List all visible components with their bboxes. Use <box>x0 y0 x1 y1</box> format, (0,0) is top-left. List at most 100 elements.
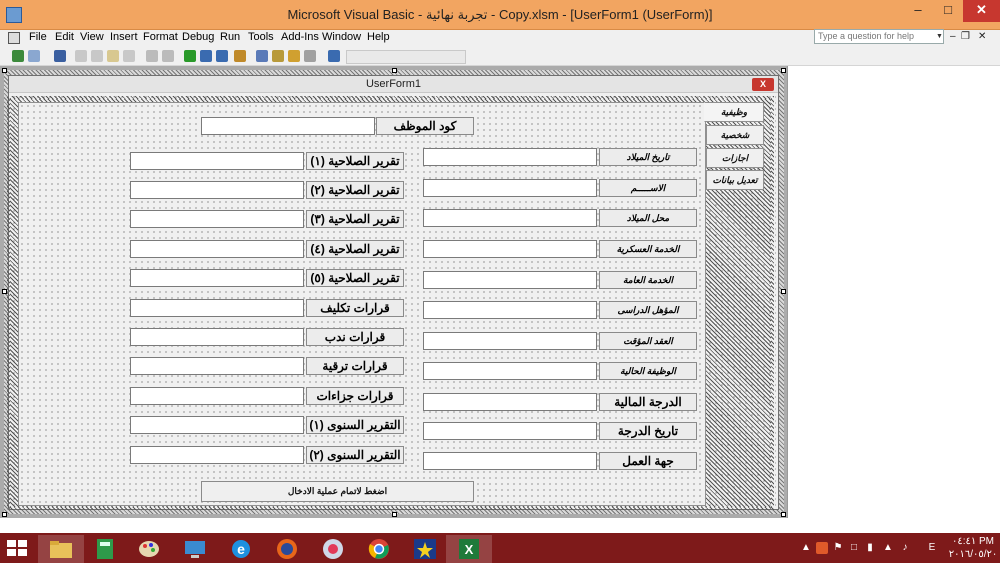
menu-run[interactable]: Run <box>220 31 240 43</box>
help-search-input[interactable]: Type a question for help <box>814 29 944 44</box>
mdi-restore-button[interactable]: ❐ <box>961 31 970 42</box>
resize-handle[interactable] <box>781 68 786 73</box>
employee-code-label: كود الموظف <box>376 117 474 135</box>
system-clock[interactable]: ٠٤:٤١ PM ٢٠١٦/٠٥/٢٠ <box>948 535 998 561</box>
military-service-input[interactable] <box>423 240 597 258</box>
windows-start-icon[interactable] <box>6 539 28 557</box>
design-mode-icon[interactable] <box>234 50 246 62</box>
redo-icon[interactable] <box>162 50 174 62</box>
penalty-decisions-input[interactable] <box>130 387 304 405</box>
undo-icon[interactable] <box>146 50 158 62</box>
menu-help[interactable]: Help <box>367 31 390 43</box>
taskbar-remote-desktop[interactable] <box>172 535 218 563</box>
menu-view[interactable]: View <box>80 31 104 43</box>
taskbar-chrome[interactable] <box>356 535 402 563</box>
taskbar-browser[interactable] <box>310 535 356 563</box>
paste-icon[interactable] <box>107 50 119 62</box>
menu-file[interactable]: File <box>29 31 47 43</box>
view-excel-icon[interactable] <box>12 50 24 62</box>
workplace-input[interactable] <box>423 452 597 470</box>
fitness-report-4-input[interactable] <box>130 240 304 258</box>
insert-userform-icon[interactable] <box>28 50 40 62</box>
help-dropdown-icon[interactable]: ▼ <box>936 30 944 43</box>
resize-handle[interactable] <box>781 289 786 294</box>
taskbar-firefox[interactable] <box>264 535 310 563</box>
menu-add-ins[interactable]: Add-Ins <box>281 31 319 43</box>
tray-battery-icon[interactable]: ▮ <box>864 542 876 554</box>
qualification-input[interactable] <box>423 301 597 319</box>
copy-icon[interactable] <box>91 50 103 62</box>
minimize-button[interactable]: – <box>903 0 933 22</box>
maximize-button[interactable]: □ <box>933 0 963 22</box>
tray-volume-icon[interactable]: ♪ <box>899 542 911 554</box>
taskbar-calculator[interactable] <box>82 535 128 563</box>
tab-functional[interactable]: وظيفية <box>704 102 764 122</box>
tray-office-icon[interactable] <box>816 542 828 554</box>
resize-handle[interactable] <box>781 512 786 517</box>
fitness-report-1-input[interactable] <box>130 152 304 170</box>
find-icon[interactable] <box>123 50 135 62</box>
menu-insert[interactable]: Insert <box>110 31 138 43</box>
mdi-close-button[interactable]: ✕ <box>978 31 986 42</box>
resize-handle[interactable] <box>2 512 7 517</box>
tray-flag-icon[interactable]: ⚑ <box>832 542 844 554</box>
object-browser-icon[interactable] <box>288 50 300 62</box>
temporary-contract-input[interactable] <box>423 332 597 350</box>
tray-network-icon[interactable]: ▲ <box>882 542 894 554</box>
calculator-icon <box>97 539 113 559</box>
reset-icon[interactable] <box>216 50 228 62</box>
menu-edit[interactable]: Edit <box>55 31 74 43</box>
tray-expand-icon[interactable]: ▲ <box>800 542 812 554</box>
properties-window-icon[interactable] <box>272 50 284 62</box>
save-icon[interactable] <box>54 50 66 62</box>
help-icon[interactable] <box>328 50 340 62</box>
taskbar-paint[interactable] <box>126 535 172 563</box>
resize-handle[interactable] <box>392 512 397 517</box>
close-button[interactable]: ✕ <box>963 0 1000 22</box>
standard-toolbar <box>0 46 1000 66</box>
taskbar-internet-explorer[interactable]: e <box>218 535 264 563</box>
taskbar-excel[interactable]: X <box>446 535 492 563</box>
menu-window[interactable]: Window <box>322 31 361 43</box>
run-icon[interactable] <box>184 50 196 62</box>
resize-handle[interactable] <box>2 68 7 73</box>
financial-grade-input[interactable] <box>423 393 597 411</box>
name-input[interactable] <box>423 179 597 197</box>
input-language-indicator[interactable]: E <box>926 542 938 554</box>
tray-notification-icon[interactable]: □ <box>848 542 860 554</box>
tab-personal[interactable]: شخصية <box>706 125 764 145</box>
submit-entry-button[interactable]: اضغط لاتمام عملية الادخال <box>201 481 474 502</box>
menu-format[interactable]: Format <box>143 31 178 43</box>
tab-edit-data[interactable]: تعديل بيانات <box>706 170 764 190</box>
cut-icon[interactable] <box>75 50 87 62</box>
fitness-report-2-input[interactable] <box>130 181 304 199</box>
birth-place-input[interactable] <box>423 209 597 227</box>
userform-close-button[interactable]: X <box>752 78 774 91</box>
taskbar-star-app[interactable] <box>402 535 448 563</box>
code-window-icon[interactable] <box>8 32 20 44</box>
tab-leaves[interactable]: اجازات <box>706 148 764 168</box>
promotion-decisions-input[interactable] <box>130 357 304 375</box>
toolbox-icon[interactable] <box>304 50 316 62</box>
taskbar-file-explorer[interactable] <box>38 535 84 563</box>
break-icon[interactable] <box>200 50 212 62</box>
annual-report-2-input[interactable] <box>130 446 304 464</box>
employee-code-input[interactable] <box>201 117 375 135</box>
public-service-input[interactable] <box>423 271 597 289</box>
annual-report-2-label: التقرير السنوى (٢) <box>306 446 404 464</box>
project-explorer-icon[interactable] <box>256 50 268 62</box>
fitness-report-5-input[interactable] <box>130 269 304 287</box>
fitness-report-3-input[interactable] <box>130 210 304 228</box>
workplace-label: جهة العمل <box>599 452 697 470</box>
secondment-decisions-input[interactable] <box>130 328 304 346</box>
current-job-input[interactable] <box>423 362 597 380</box>
fitness-report-3-label: تقرير الصلاحية (٣) <box>306 210 404 228</box>
menu-tools[interactable]: Tools <box>248 31 274 43</box>
birth-date-input[interactable] <box>423 148 597 166</box>
mdi-minimize-button[interactable]: – <box>950 31 956 42</box>
resize-handle[interactable] <box>392 68 397 73</box>
menu-debug[interactable]: Debug <box>182 31 214 43</box>
assignment-decisions-input[interactable] <box>130 299 304 317</box>
annual-report-1-input[interactable] <box>130 416 304 434</box>
grade-date-input[interactable] <box>423 422 597 440</box>
